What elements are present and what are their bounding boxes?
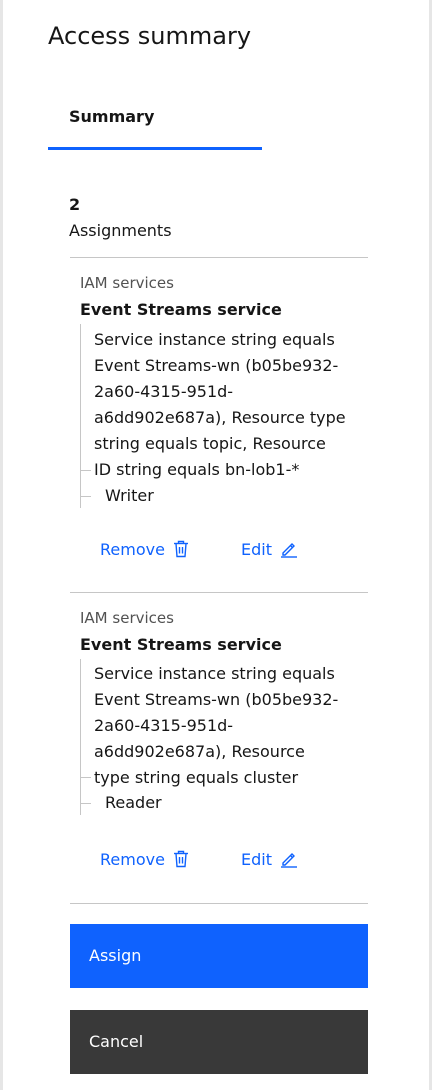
remove-button[interactable]: Remove (100, 850, 189, 872)
trash-icon (173, 540, 189, 562)
pencil-icon (280, 850, 298, 872)
cancel-button-label: Cancel (89, 1032, 144, 1051)
edit-label: Edit (241, 540, 272, 559)
remove-label: Remove (100, 850, 165, 869)
assignment-category: IAM services (80, 609, 174, 627)
tree-connector (81, 777, 91, 778)
tree-line (80, 659, 81, 815)
assignment-count: 2 (69, 195, 81, 214)
assignment-condition: Service instance string equals Event Str… (94, 330, 346, 479)
assign-button[interactable]: Assign (70, 924, 368, 988)
assignment-category: IAM services (80, 274, 174, 292)
access-summary-panel: Access summary Summary 2 Assignments IAM… (0, 0, 432, 1090)
assignment-card: IAM services Event Streams service Servi… (70, 593, 368, 903)
assignment-role: Reader (105, 793, 162, 812)
assignment-service: Event Streams service (80, 300, 282, 319)
tree-connector (81, 496, 91, 497)
remove-label: Remove (100, 540, 165, 559)
edit-button[interactable]: Edit (241, 540, 298, 562)
edit-button[interactable]: Edit (241, 850, 298, 872)
tree-line (80, 324, 81, 508)
assignment-condition: Service instance string equals Event Str… (94, 664, 339, 787)
assign-button-label: Assign (89, 946, 142, 965)
trash-icon (173, 850, 189, 872)
remove-button[interactable]: Remove (100, 540, 189, 562)
tab-summary-label: Summary (69, 107, 155, 126)
assignment-card: IAM services Event Streams service Servi… (70, 258, 368, 592)
tab-summary[interactable]: Summary (48, 96, 262, 150)
panel-title: Access summary (48, 22, 252, 50)
assignment-service: Event Streams service (80, 635, 282, 654)
assignment-count-label: Assignments (69, 221, 172, 240)
pencil-icon (280, 540, 298, 562)
tree-connector (81, 803, 91, 804)
tree-connector (81, 470, 91, 471)
cancel-button[interactable]: Cancel (70, 1010, 368, 1074)
divider (70, 903, 368, 904)
edit-label: Edit (241, 850, 272, 869)
assignment-role: Writer (105, 486, 154, 505)
